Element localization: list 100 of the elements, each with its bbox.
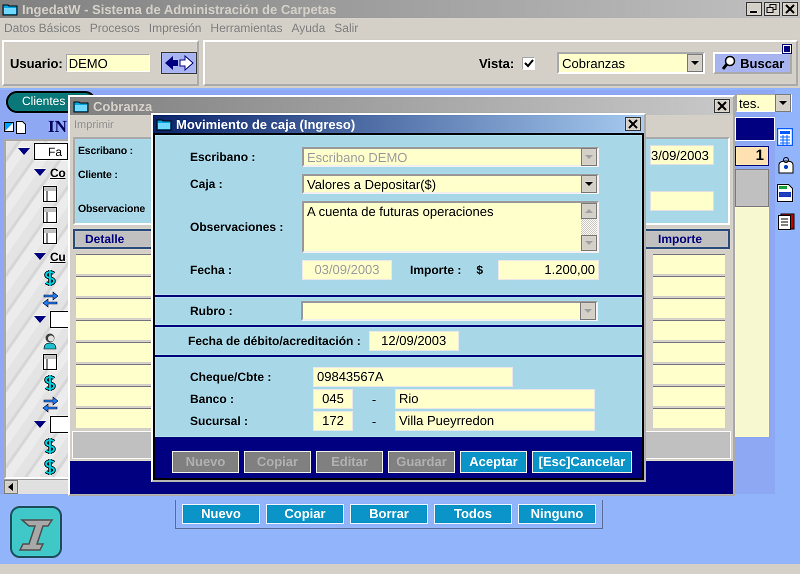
search-button[interactable]: Buscar [713,52,792,74]
branch-field[interactable]: Villa Pueyrredon [395,411,595,431]
date-field[interactable]: 3/09/2003 [650,145,714,165]
bank-field[interactable]: Rio [395,389,595,409]
field-label: Fecha : [190,263,234,277]
calculator-icon[interactable] [777,128,793,146]
column-title: Detalle [85,232,124,246]
transfer-icon[interactable] [42,394,58,412]
table-cell [653,254,725,274]
field-label: Importe : [410,263,462,277]
code-field[interactable]: 045 [313,389,353,409]
folder-icon [73,99,89,113]
clipboard-icon[interactable] [777,212,795,230]
close-icon[interactable] [625,117,641,131]
tree-item[interactable] [50,311,69,328]
tree-item[interactable] [50,416,69,433]
table-cell [653,342,725,362]
scroll-down-icon[interactable] [581,235,598,251]
tree-item[interactable]: Cu [50,250,66,264]
folder-icon [156,117,172,131]
currency-symbol: $ [476,263,484,277]
corner-icon[interactable] [4,122,14,132]
expander-icon[interactable] [34,168,46,176]
dollar-icon[interactable] [42,268,58,286]
action-button[interactable]: Borrar [350,504,428,524]
window-icon[interactable] [42,206,58,224]
field-label: Escribano : [78,145,134,157]
table-cell [653,320,725,340]
arrows-button[interactable] [161,52,197,74]
field-label: Sucursal : [190,414,250,428]
dialog-button[interactable]: [Esc]Cancelar [532,450,632,472]
text-field[interactable] [650,191,714,211]
menu-item[interactable]: Impresión [148,21,202,35]
field-label: Observacione [78,203,146,215]
observaciones-field[interactable]: A cuenta de futuras operaciones [302,201,600,253]
scroll-up-icon[interactable] [581,203,598,219]
person-icon[interactable] [42,332,58,350]
close-icon[interactable] [714,99,730,113]
date-field[interactable]: 12/09/2003 [368,331,459,351]
tree-item[interactable]: Co [50,166,66,180]
menu-item[interactable]: Salir [334,21,358,35]
close-icon[interactable] [782,2,798,16]
scrollbar[interactable] [4,479,68,494]
column-header [735,169,769,207]
action-button[interactable]: Ninguno [518,504,596,524]
caja-combo[interactable]: Valores a Depositar($) [302,174,600,194]
window-title: Cobranza [93,98,154,114]
expander-icon[interactable] [18,148,30,156]
tes-combo[interactable]: tes. [736,94,792,112]
tree-item[interactable]: Fa [34,143,68,160]
page-icon[interactable] [16,120,26,134]
action-button[interactable]: Copiar [266,504,344,524]
table-cell [653,298,725,318]
code-field[interactable]: 172 [313,411,353,431]
bag-icon[interactable] [777,156,795,174]
action-button[interactable]: Todos [434,504,512,524]
user-field[interactable]: DEMO [66,54,150,72]
user-label: Usuario: [10,56,63,70]
expander-icon[interactable] [34,316,46,324]
menu-item[interactable]: Ayuda [291,21,326,35]
cheque-field[interactable]: 09843567A [313,367,513,387]
table-cell [653,386,725,406]
window-icon[interactable] [42,184,58,202]
field-label: Cliente : [78,169,119,181]
menu-item[interactable]: Datos Básicos [4,21,81,35]
scrollbar[interactable] [581,203,598,251]
field-label: Observaciones : [190,220,284,234]
vista-checkbox[interactable] [522,56,536,70]
separator-dash: - [370,414,378,428]
transfer-icon[interactable] [42,290,58,308]
dialog-title: Movimiento de caja (Ingreso) [176,116,356,132]
document-icon[interactable] [777,184,793,202]
panel-heading: IN [48,117,67,137]
expander-icon[interactable] [34,420,46,428]
search-icon [721,55,738,71]
menu-item[interactable]: Herramientas [210,21,282,35]
vista-label: Vista: [479,56,514,70]
table-cell [653,408,725,428]
window-icon[interactable] [42,352,58,370]
dollar-icon[interactable] [42,458,58,476]
menu-item[interactable]: Imprimir [74,119,114,131]
vista-combo[interactable]: Cobranzas [557,52,706,74]
dollar-icon[interactable] [42,436,58,454]
amount-field[interactable]: 1.200,00 [498,260,600,280]
dollar-icon[interactable] [42,374,58,392]
square-icon[interactable] [782,44,792,54]
separator-dash: - [370,392,378,406]
expander-icon[interactable] [34,252,46,260]
action-button[interactable]: Nuevo [182,504,260,524]
dialog-button[interactable]: Aceptar [460,450,527,472]
restore-icon[interactable] [764,2,780,16]
field-label: Banco : [190,392,236,406]
field-label: Cheque/Cbte : [190,370,272,384]
field-label: Caja : [190,177,224,191]
minimize-icon[interactable] [746,2,762,16]
menu-item[interactable]: Procesos [90,21,140,35]
field-label: Escribano : [190,150,256,164]
logo-icon[interactable] [10,506,62,558]
window-icon[interactable] [42,226,58,244]
scroll-left-icon[interactable] [4,480,18,494]
